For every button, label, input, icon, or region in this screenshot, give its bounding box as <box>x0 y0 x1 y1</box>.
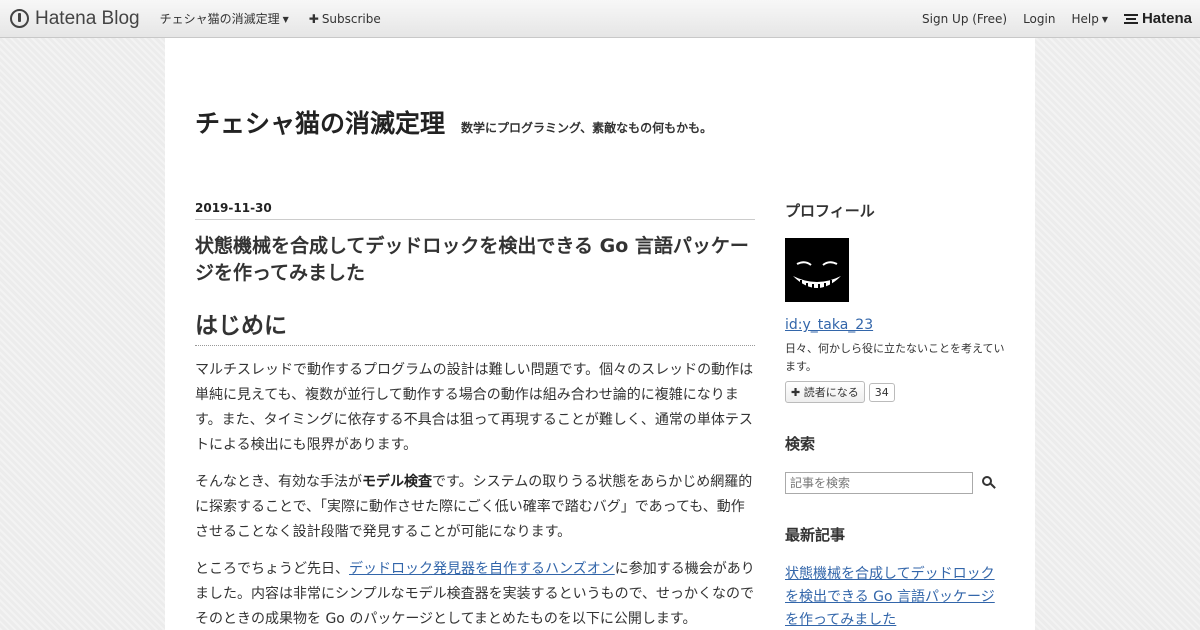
page-container: チェシャ猫の消滅定理 数学にプログラミング、素敵なもの何もかも。 2019-11… <box>165 38 1035 630</box>
cheshire-grin-icon <box>793 261 841 294</box>
hatena-logo-text: Hatena <box>1141 10 1192 27</box>
paragraph-3-text-a: ところでちょうど先日、 <box>195 561 349 578</box>
help-dropdown[interactable]: Help ▼ <box>1071 12 1108 26</box>
recent-entries-module: 最新記事 状態機械を合成してデッドロックを検出できる Go 言語パッケージを作っ… <box>785 524 1005 630</box>
hatena-blog-logo-icon <box>10 9 29 28</box>
paragraph-2-text-a: そんなとき、有効な手法が <box>195 474 363 491</box>
search-module: 検索 <box>785 433 1005 494</box>
handson-link[interactable]: デッドロック発見器を自作するハンズオン <box>349 561 615 577</box>
blog-description: 数学にプログラミング、素敵なもの何もかも。 <box>461 121 713 135</box>
blog-menu-label: チェシャ猫の消滅定理 <box>159 12 280 26</box>
article: 2019-11-30 状態機械を合成してデッドロックを検出できる Go 言語パッ… <box>195 201 755 630</box>
signup-link[interactable]: Sign Up (Free) <box>922 12 1007 26</box>
caret-down-icon: ▼ <box>282 15 289 24</box>
brand-name: Hatena Blog <box>35 7 140 29</box>
blog-title[interactable]: チェシャ猫の消滅定理 <box>195 104 445 140</box>
model-checking-term: モデル検査 <box>362 474 433 491</box>
subscribe-label: Subscribe <box>321 11 381 26</box>
paragraph-1: マルチスレッドで動作するプログラムの設計は難しい問題です。個々のスレッドの動作は… <box>195 362 754 454</box>
hatena-logo[interactable]: Hatena <box>1123 10 1192 27</box>
caret-down-icon: ▼ <box>1101 14 1108 24</box>
paragraph-2: そんなとき、有効な手法がモデル検査です。システムの取りうる状態をあらかじめ網羅的… <box>195 470 755 545</box>
account-nav: Sign Up (Free) Login Help ▼ Hatena <box>906 10 1192 27</box>
plus-icon: ✚ <box>308 11 319 26</box>
profile-id-link[interactable]: id:y_taka_23 <box>785 317 1005 333</box>
help-label: Help <box>1071 11 1099 26</box>
hatena-mark-icon <box>1123 13 1138 24</box>
entry-date[interactable]: 2019-11-30 <box>195 201 755 220</box>
search-form <box>785 472 1005 494</box>
hatena-blog-logo[interactable]: Hatena Blog <box>10 8 140 30</box>
global-header: Hatena Blog チェシャ猫の消滅定理 ▼ ✚ Subscribe Sign … <box>0 0 1200 38</box>
recent-entry-link[interactable]: 状態機械を合成してデッドロックを検出できる Go 言語パッケージを作ってみました <box>785 563 1005 630</box>
profile-module: プロフィール id:y_taka_23 日々、何かしら役に立たないことを考えてい… <box>785 200 1005 403</box>
paragraph-3: ところでちょうど先日、デッドロック発見器を自作するハンズオンに参加する機会があり… <box>195 557 755 630</box>
follow-button[interactable]: ✚ 読者になる <box>785 381 865 403</box>
entry-title[interactable]: 状態機械を合成してデッドロックを検出できる Go 言語パッケージを作ってみました <box>195 233 755 286</box>
avatar[interactable] <box>785 238 849 302</box>
sidebar: プロフィール id:y_taka_23 日々、何かしら役に立たないことを考えてい… <box>785 200 1005 630</box>
section-heading: はじめに <box>195 306 755 347</box>
blog-header: チェシャ猫の消滅定理 数学にプログラミング、素敵なもの何もかも。 <box>195 104 712 140</box>
profile-heading: プロフィール <box>785 202 875 220</box>
search-input[interactable] <box>785 472 973 494</box>
recent-heading: 最新記事 <box>785 526 846 544</box>
follow-label: 読者になる <box>803 386 859 399</box>
subscribe-button[interactable]: ✚ Subscribe <box>309 12 381 26</box>
follower-count[interactable]: 34 <box>868 382 895 402</box>
profile-description: 日々、何かしら役に立たないことを考えています。 <box>785 342 1005 373</box>
blog-menu-dropdown[interactable]: チェシャ猫の消滅定理 ▼ <box>160 10 289 27</box>
login-link[interactable]: Login <box>1023 12 1055 26</box>
recent-entries-list: 状態機械を合成してデッドロックを検出できる Go 言語パッケージを作ってみました <box>785 563 1005 630</box>
search-heading: 検索 <box>785 435 816 453</box>
search-icon[interactable] <box>981 475 997 491</box>
follow-area: ✚ 読者になる 34 <box>785 381 1005 403</box>
plus-icon: ✚ <box>791 386 804 399</box>
